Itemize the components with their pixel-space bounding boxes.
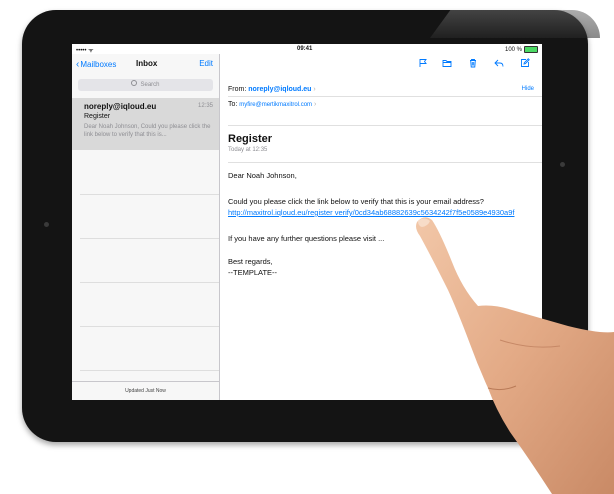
message-list-item[interactable]: noreply@iqloud.eu 12:35 Register Dear No… (72, 98, 219, 150)
list-divider (80, 194, 219, 195)
battery-icon (524, 46, 538, 53)
list-divider (80, 370, 219, 371)
search-placeholder: Search (140, 82, 160, 88)
header-divider (228, 162, 542, 163)
battery-percent: 100 % (504, 47, 522, 54)
message-signature: --TEMPLATE-- (228, 268, 278, 277)
message-body-line: If you have any further questions please… (228, 234, 385, 243)
header-divider (228, 96, 542, 97)
message-greeting: Dear Noah Johnson, (228, 171, 297, 180)
message-toolbar (220, 54, 542, 74)
to-label: To: (228, 101, 238, 108)
compose-icon[interactable] (520, 58, 530, 68)
search-input[interactable]: Search (78, 79, 213, 91)
trash-icon[interactable] (468, 58, 478, 68)
to-address[interactable]: myfire@mertikmaxitrol.com (239, 102, 312, 108)
battery-indicator: 100 % (505, 46, 538, 53)
mailbox-sidebar: ‹Mailboxes Inbox Edit Search noreply@iql… (72, 54, 220, 400)
message-preview: Dear Noah Johnson, Could you please clic… (84, 124, 211, 138)
home-button[interactable] (560, 162, 565, 167)
reply-icon[interactable] (494, 58, 504, 68)
flag-icon[interactable] (418, 58, 428, 68)
from-row: From: noreply@iqloud.eu › (228, 86, 316, 93)
status-time: 09:41 (297, 46, 313, 52)
update-status: Updated Just Now (72, 381, 219, 400)
sidebar-nav-bar: ‹Mailboxes Inbox Edit (72, 54, 219, 74)
message-signoff: Best regards, (228, 257, 273, 266)
folder-icon[interactable] (442, 58, 452, 68)
from-label: From: (228, 86, 247, 93)
signal-indicator: ••••• ᯤ (76, 48, 94, 54)
to-row: To: myfire@mertikmaxitrol.com › (228, 101, 316, 108)
message-subject: Register (84, 113, 111, 120)
list-divider (80, 326, 219, 327)
message-subject-heading: Register (228, 133, 273, 145)
hide-button[interactable]: Hide (522, 86, 534, 92)
bezel-glare (430, 10, 600, 38)
message-time: 12:35 (197, 103, 213, 109)
mailboxes-back-button[interactable]: ‹Mailboxes (76, 59, 116, 70)
message-detail-pane: From: noreply@iqloud.eu › Hide To: myfir… (220, 54, 542, 400)
chevron-right-icon: › (313, 86, 316, 93)
list-divider (80, 282, 219, 283)
search-icon (131, 80, 138, 86)
back-button-label: Mailboxes (80, 60, 117, 69)
status-bar: ••••• ᯤ 09:41 100 % (72, 44, 542, 54)
edit-button[interactable]: Edit (199, 59, 213, 68)
chevron-left-icon: ‹ (76, 59, 80, 70)
from-address[interactable]: noreply@iqloud.eu (248, 86, 311, 93)
chevron-right-icon: › (314, 101, 317, 108)
header-divider (228, 125, 542, 126)
list-divider (80, 238, 219, 239)
camera-dot (44, 222, 49, 227)
message-body-line: Could you please click the link below to… (228, 197, 484, 206)
tablet-screen: ••••• ᯤ 09:41 100 % ‹Mailboxes Inbox Edi… (72, 44, 542, 400)
message-sender: noreply@iqloud.eu (84, 102, 157, 111)
verify-link[interactable]: http://maxitrol.iqloud.eu/register verif… (228, 208, 538, 218)
inbox-title: Inbox (136, 59, 158, 68)
message-date: Today at 12:35 (228, 147, 268, 153)
